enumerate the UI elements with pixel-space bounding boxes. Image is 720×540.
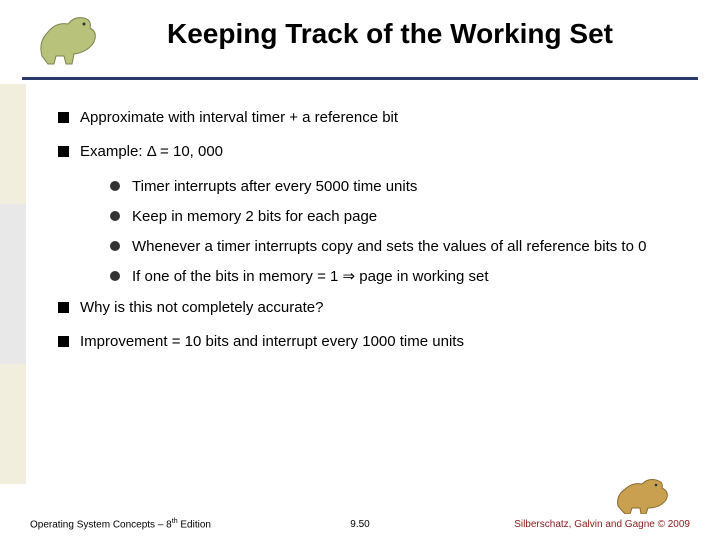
footer-left: Operating System Concepts – 8th Edition <box>30 518 211 530</box>
slide-header: Keeping Track of the Working Set <box>30 18 690 80</box>
footer-center: 9.50 <box>350 519 369 530</box>
bullet-level2: If one of the bits in memory = 1 ⇒ page … <box>110 267 680 287</box>
bullet-level1: Improvement = 10 bits and interrupt ever… <box>58 332 680 352</box>
footer-left-text-b: Edition <box>178 519 211 530</box>
footer-left-text-a: Operating System Concepts – 8 <box>30 519 172 530</box>
slide: Keeping Track of the Working Set Approxi… <box>0 0 720 540</box>
slide-content: Approximate with interval timer + a refe… <box>30 80 690 352</box>
bullet-level2: Keep in memory 2 bits for each page <box>110 207 680 227</box>
footer-right: Silberschatz, Galvin and Gagne © 2009 <box>514 519 690 530</box>
bullet-level2: Timer interrupts after every 5000 time u… <box>110 177 680 197</box>
bullet-level2: Whenever a timer interrupts copy and set… <box>110 237 680 257</box>
title-underline <box>22 77 698 80</box>
dinosaur-icon <box>34 12 104 68</box>
dinosaur-icon <box>614 474 678 514</box>
bullet-level1: Approximate with interval timer + a refe… <box>58 108 680 128</box>
slide-footer: Operating System Concepts – 8th Edition … <box>0 510 720 532</box>
bullet-level1: Example: Δ = 10, 000 <box>58 142 680 162</box>
side-accent <box>0 84 26 484</box>
slide-title: Keeping Track of the Working Set <box>30 18 690 50</box>
bullet-level1: Why is this not completely accurate? <box>58 298 680 318</box>
